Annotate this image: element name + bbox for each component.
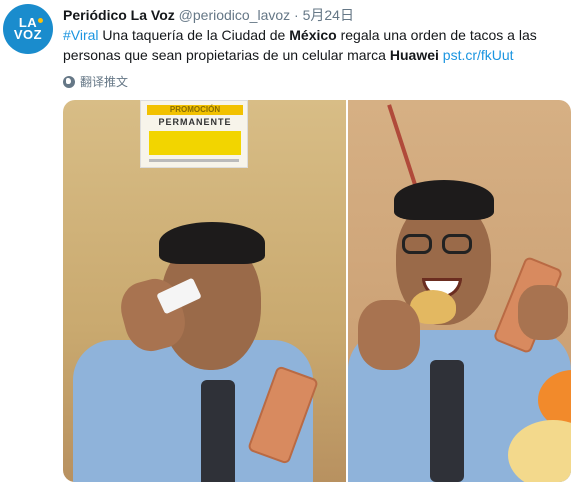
tie [201, 380, 235, 482]
translate-tweet[interactable]: 翻译推文 [63, 73, 128, 90]
globe-icon [63, 75, 75, 88]
avatar[interactable]: LA VOZ [3, 4, 53, 54]
glasses-left-lens [402, 234, 432, 254]
photo-right[interactable] [348, 100, 571, 482]
sign-yellow-box [149, 131, 241, 155]
tweet-date[interactable]: 5月24日 [303, 7, 354, 23]
tweet-bold-2: Huawei [389, 47, 439, 63]
account-name[interactable]: Periódico La Voz [63, 7, 175, 23]
tweet-bold-1: México [289, 27, 337, 43]
url-link[interactable]: pst.cr/fkUut [443, 47, 514, 63]
tweet[interactable]: LA VOZ Periódico La Voz @periodico_lavoz… [0, 0, 575, 487]
separator: · [294, 7, 299, 23]
account-handle[interactable]: @periodico_lavoz [179, 7, 291, 23]
translate-label: 翻译推文 [80, 75, 129, 89]
hair [159, 222, 265, 264]
tie-right [430, 360, 464, 482]
tweet-text-part1: Una taquería de la Ciudad de [98, 27, 290, 43]
photo-left[interactable]: PROMOCIÓN PERMANENTE [63, 100, 346, 482]
promo-sign: PROMOCIÓN PERMANENTE [140, 100, 248, 168]
sign-line2: PERMANENTE [158, 117, 232, 127]
hand-right [358, 300, 420, 370]
hair-right [394, 180, 494, 220]
glasses-right-lens [442, 234, 472, 254]
avatar-text-line1: LA [19, 16, 44, 29]
hand-phone [518, 285, 568, 340]
hashtag-link[interactable]: #Viral [63, 27, 99, 43]
avatar-text-line2: VOZ [13, 27, 43, 42]
sign-line1: PROMOCIÓN [147, 105, 243, 115]
photo-grid: PROMOCIÓN PERMANENTE [63, 100, 571, 482]
tweet-text: #Viral Una taquería de la Ciudad de Méxi… [63, 25, 563, 65]
sign-footer [149, 159, 239, 162]
tweet-header: Periódico La Voz @periodico_lavoz · 5月24… [63, 5, 354, 25]
